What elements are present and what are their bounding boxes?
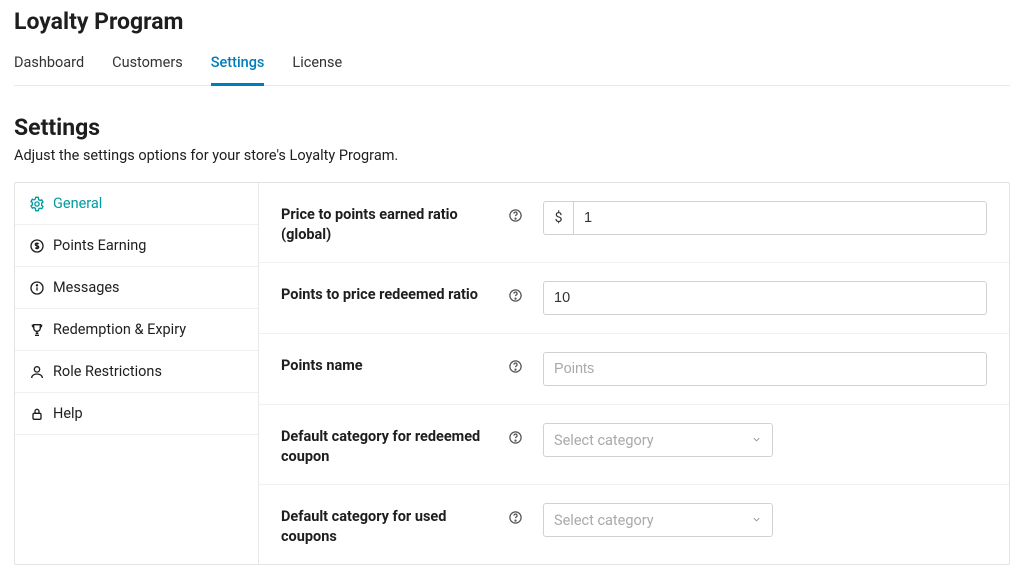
help-icon[interactable] — [507, 287, 523, 303]
chevron-down-icon — [751, 432, 762, 449]
section-heading: Settings — [14, 114, 1010, 141]
help-icon[interactable] — [507, 207, 523, 223]
tab-customers[interactable]: Customers — [112, 48, 183, 86]
sidebar-item-points-earning[interactable]: Points Earning — [15, 225, 258, 267]
gear-icon — [29, 196, 45, 212]
help-icon[interactable] — [507, 358, 523, 374]
user-icon — [29, 364, 45, 380]
sidebar-item-role-restrictions[interactable]: Role Restrictions — [15, 351, 258, 393]
label-default-category-used: Default category for used coupons — [281, 503, 491, 546]
sidebar-item-messages[interactable]: Messages — [15, 267, 258, 309]
sidebar-item-label: Messages — [53, 279, 120, 296]
points-name-input[interactable] — [543, 352, 987, 386]
row-price-points-ratio: Price to points earned ratio (global) $ — [259, 183, 1009, 263]
select-placeholder: Select category — [554, 512, 654, 529]
row-points-price-ratio: Points to price redeemed ratio — [259, 263, 1009, 334]
sidebar-item-help[interactable]: Help — [15, 393, 258, 435]
tab-settings[interactable]: Settings — [211, 48, 265, 86]
label-points-name: Points name — [281, 352, 491, 376]
settings-panel: General Points Earning Messages Redempti… — [14, 182, 1010, 565]
top-tabs: Dashboard Customers Settings License — [14, 47, 1010, 86]
label-price-points-ratio: Price to points earned ratio (global) — [281, 201, 491, 244]
price-points-ratio-input[interactable] — [573, 201, 987, 235]
help-icon[interactable] — [507, 429, 523, 445]
tab-dashboard[interactable]: Dashboard — [14, 48, 84, 86]
sidebar-item-label: Role Restrictions — [53, 363, 162, 380]
settings-sidebar: General Points Earning Messages Redempti… — [15, 183, 259, 564]
chevron-down-icon — [751, 512, 762, 529]
label-default-category-redeemed: Default category for redeemed coupon — [281, 423, 491, 466]
info-icon — [29, 280, 45, 296]
tab-license[interactable]: License — [292, 48, 342, 86]
row-default-category-used: Default category for used coupons Select… — [259, 485, 1009, 564]
points-price-ratio-input[interactable] — [543, 281, 987, 315]
label-points-price-ratio: Points to price redeemed ratio — [281, 281, 491, 305]
settings-content: Price to points earned ratio (global) $ … — [259, 183, 1009, 564]
currency-prefix: $ — [543, 201, 573, 235]
trophy-icon — [29, 322, 45, 338]
sidebar-item-label: Help — [53, 405, 83, 422]
page-title: Loyalty Program — [14, 8, 1010, 35]
help-icon[interactable] — [507, 509, 523, 525]
sidebar-item-redemption-expiry[interactable]: Redemption & Expiry — [15, 309, 258, 351]
sidebar-item-label: General — [53, 195, 102, 212]
row-points-name: Points name — [259, 334, 1009, 405]
lock-icon — [29, 406, 45, 422]
sidebar-item-label: Points Earning — [53, 237, 146, 254]
dollar-circle-icon — [29, 238, 45, 254]
select-placeholder: Select category — [554, 432, 654, 449]
row-default-category-redeemed: Default category for redeemed coupon Sel… — [259, 405, 1009, 485]
default-category-redeemed-select[interactable]: Select category — [543, 423, 773, 457]
sidebar-item-label: Redemption & Expiry — [53, 321, 186, 338]
sidebar-item-general[interactable]: General — [15, 183, 258, 225]
section-subtitle: Adjust the settings options for your sto… — [14, 147, 1010, 164]
default-category-used-select[interactable]: Select category — [543, 503, 773, 537]
